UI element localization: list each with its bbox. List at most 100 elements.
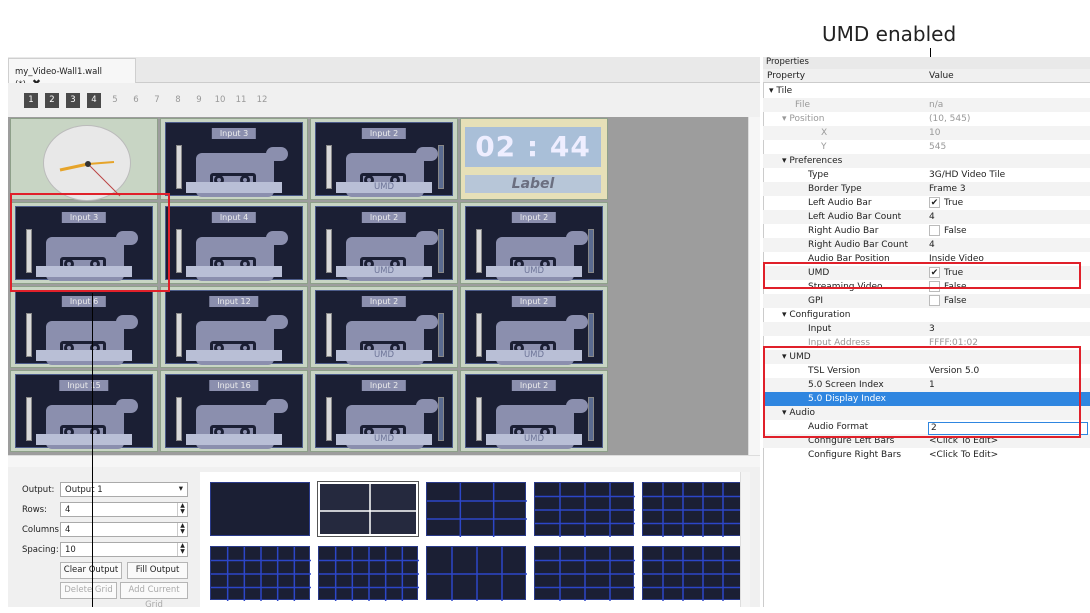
video-tile[interactable]: Input 4: [160, 202, 308, 284]
spacing-stepper[interactable]: 10 ▲ ▼: [60, 542, 188, 557]
page-button-8[interactable]: 8: [171, 93, 185, 108]
layout-scrollbar[interactable]: [740, 472, 750, 607]
umd-label: [186, 182, 282, 193]
property-value: 4: [929, 240, 935, 250]
video-tile[interactable]: Input 2 UMD: [310, 286, 458, 368]
property-row[interactable]: ▾ Position (10, 545): [763, 112, 1090, 126]
clock-icon: [43, 125, 131, 201]
video-area: Input 2 UMD: [315, 206, 453, 281]
video-tile[interactable]: Input 12: [160, 286, 308, 368]
page-button-3[interactable]: 3: [66, 93, 80, 108]
grid-layout-option[interactable]: [318, 546, 419, 601]
property-row[interactable]: Configure Right Bars <Click To Edit>: [763, 448, 1090, 462]
property-row[interactable]: Y 545: [763, 140, 1090, 154]
page-button-5[interactable]: 5: [108, 93, 122, 108]
page-button-6[interactable]: 6: [129, 93, 143, 108]
spacing-value: 10: [65, 545, 76, 555]
input-label: Input 2: [511, 380, 557, 391]
property-row[interactable]: ▾ Configuration: [763, 308, 1090, 322]
video-tile[interactable]: Input 2 UMD: [460, 370, 608, 452]
layout-preview: [643, 547, 743, 601]
property-value: ✔ True: [929, 196, 963, 210]
umd-label: [36, 350, 132, 361]
grid-layout-option[interactable]: [210, 482, 310, 536]
property-row[interactable]: Left Audio Bar ✔ True: [763, 196, 1090, 210]
vertical-scrollbar[interactable]: [748, 117, 760, 455]
left-audio-bar: [176, 313, 182, 357]
checkbox[interactable]: [929, 225, 940, 236]
horizontal-scrollbar[interactable]: [8, 455, 760, 467]
spinner-arrows-icon[interactable]: ▲ ▼: [177, 523, 187, 536]
page-button-10[interactable]: 10: [213, 93, 227, 108]
input-label: Input 2: [361, 128, 407, 139]
output-select[interactable]: Output 1 ▾: [60, 482, 188, 497]
property-row[interactable]: ▾ Tile: [763, 84, 1090, 98]
timer-tile[interactable]: 02 : 44 Label: [460, 118, 608, 200]
video-tile[interactable]: Input 2 UMD: [310, 370, 458, 452]
property-row[interactable]: Right Audio Bar False: [763, 224, 1090, 238]
page-button-4[interactable]: 4: [87, 93, 101, 108]
video-area: Input 2 UMD: [315, 374, 453, 449]
chevron-down-icon: ▾: [178, 484, 183, 494]
spinner-arrows-icon[interactable]: ▲ ▼: [177, 543, 187, 556]
grid-layout-option[interactable]: [426, 546, 527, 601]
delete-grid-button[interactable]: Delete Grid: [60, 582, 117, 599]
fill-output-button[interactable]: Fill Output: [127, 562, 188, 579]
property-row[interactable]: ▾ Preferences: [763, 154, 1090, 168]
timer-label: Label: [465, 175, 601, 193]
property-row[interactable]: X 10: [763, 126, 1090, 140]
spacing-label: Spacing:: [22, 545, 59, 555]
checkbox[interactable]: [929, 295, 940, 306]
property-row[interactable]: Border Type Frame 3: [763, 182, 1090, 196]
grid-layout-option[interactable]: [534, 482, 635, 537]
grid-layout-option[interactable]: [534, 546, 635, 601]
video-tile[interactable]: Input 3: [160, 118, 308, 200]
video-area: Input 3: [165, 122, 303, 197]
property-row[interactable]: Input 3: [763, 322, 1090, 336]
input-label: Input 4: [211, 212, 257, 223]
property-row[interactable]: File n/a: [763, 98, 1090, 112]
property-row[interactable]: Right Audio Bar Count 4: [763, 238, 1090, 252]
input-label: Input 2: [361, 380, 407, 391]
property-name: File: [795, 100, 811, 110]
grid-layout-option[interactable]: [642, 482, 743, 537]
page-button-9[interactable]: 9: [192, 93, 206, 108]
page-button-11[interactable]: 11: [234, 93, 248, 108]
page-button-1[interactable]: 1: [24, 93, 38, 108]
grid-layout-option[interactable]: [642, 546, 743, 601]
right-audio-bar: [588, 229, 594, 273]
grid-layout-option[interactable]: [317, 481, 420, 538]
output-label: Output:: [22, 485, 55, 495]
grid-layout-option[interactable]: [426, 482, 527, 537]
grid-layout-option[interactable]: [210, 546, 311, 601]
tab-video-wall[interactable]: my_Video-Wall1.wall (*)✖: [8, 58, 136, 90]
page-button-2[interactable]: 2: [45, 93, 59, 108]
columns-stepper[interactable]: 4 ▲ ▼: [60, 522, 188, 537]
video-tile[interactable]: Input 15: [10, 370, 158, 452]
umd-enabled-callout: UMD enabled: [822, 22, 957, 46]
video-tile[interactable]: Input 2 UMD: [310, 202, 458, 284]
video-tile[interactable]: Input 2 UMD: [310, 118, 458, 200]
columns-value: 4: [65, 525, 71, 535]
video-tile[interactable]: Input 2 UMD: [460, 286, 608, 368]
checkbox[interactable]: ✔: [929, 197, 940, 208]
spinner-arrows-icon[interactable]: ▲ ▼: [177, 503, 187, 516]
input-label: Input 15: [59, 380, 109, 391]
columns-label: Columns:: [22, 525, 62, 535]
property-row[interactable]: Left Audio Bar Count 4: [763, 210, 1090, 224]
video-tile[interactable]: Input 2 UMD: [460, 202, 608, 284]
video-tile[interactable]: Input 16: [160, 370, 308, 452]
right-audio-bar: [438, 229, 444, 273]
video-tile[interactable]: Input 6: [10, 286, 158, 368]
highlight-umd-settings: [763, 346, 1081, 438]
clock-tile[interactable]: [10, 118, 158, 201]
page-button-12[interactable]: 12: [255, 93, 269, 108]
clear-output-button[interactable]: Clear Output: [60, 562, 122, 579]
rows-stepper[interactable]: 4 ▲ ▼: [60, 502, 188, 517]
left-audio-bar: [26, 313, 32, 357]
property-row[interactable]: GPI False: [763, 294, 1090, 308]
page-button-7[interactable]: 7: [150, 93, 164, 108]
property-name: ▾ Position: [782, 114, 825, 124]
add-current-grid-button[interactable]: Add Current Grid: [120, 582, 188, 610]
property-row[interactable]: Type 3G/HD Video Tile: [763, 168, 1090, 182]
